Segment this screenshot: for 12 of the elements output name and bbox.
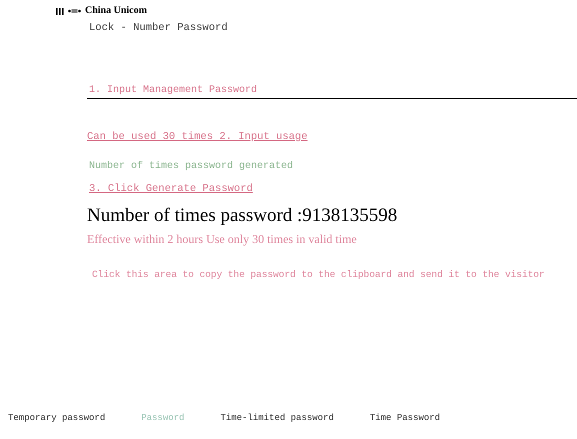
page-title: Lock - Number Password	[89, 21, 229, 36]
network-icon	[68, 8, 81, 14]
usage-label: Can be used 30 times 2. Input usage	[87, 130, 308, 145]
carrier-name: China Unicom	[85, 4, 147, 18]
usage-count-field[interactable]: Number of times password generated	[87, 158, 387, 174]
bottom-tab[interactable]: Temporary password	[8, 412, 106, 426]
signal-icon	[56, 6, 64, 14]
validity-note: Effective within 2 hours Use only 30 times in valid time	[87, 231, 358, 248]
password-text: Number of times password :9138135598	[87, 204, 398, 228]
management-password-field[interactable]: 1. Input Management Password	[87, 82, 577, 99]
bottom-tab[interactable]: Time-limited password	[220, 412, 334, 426]
bottom-tab[interactable]: Time Password	[370, 412, 440, 426]
